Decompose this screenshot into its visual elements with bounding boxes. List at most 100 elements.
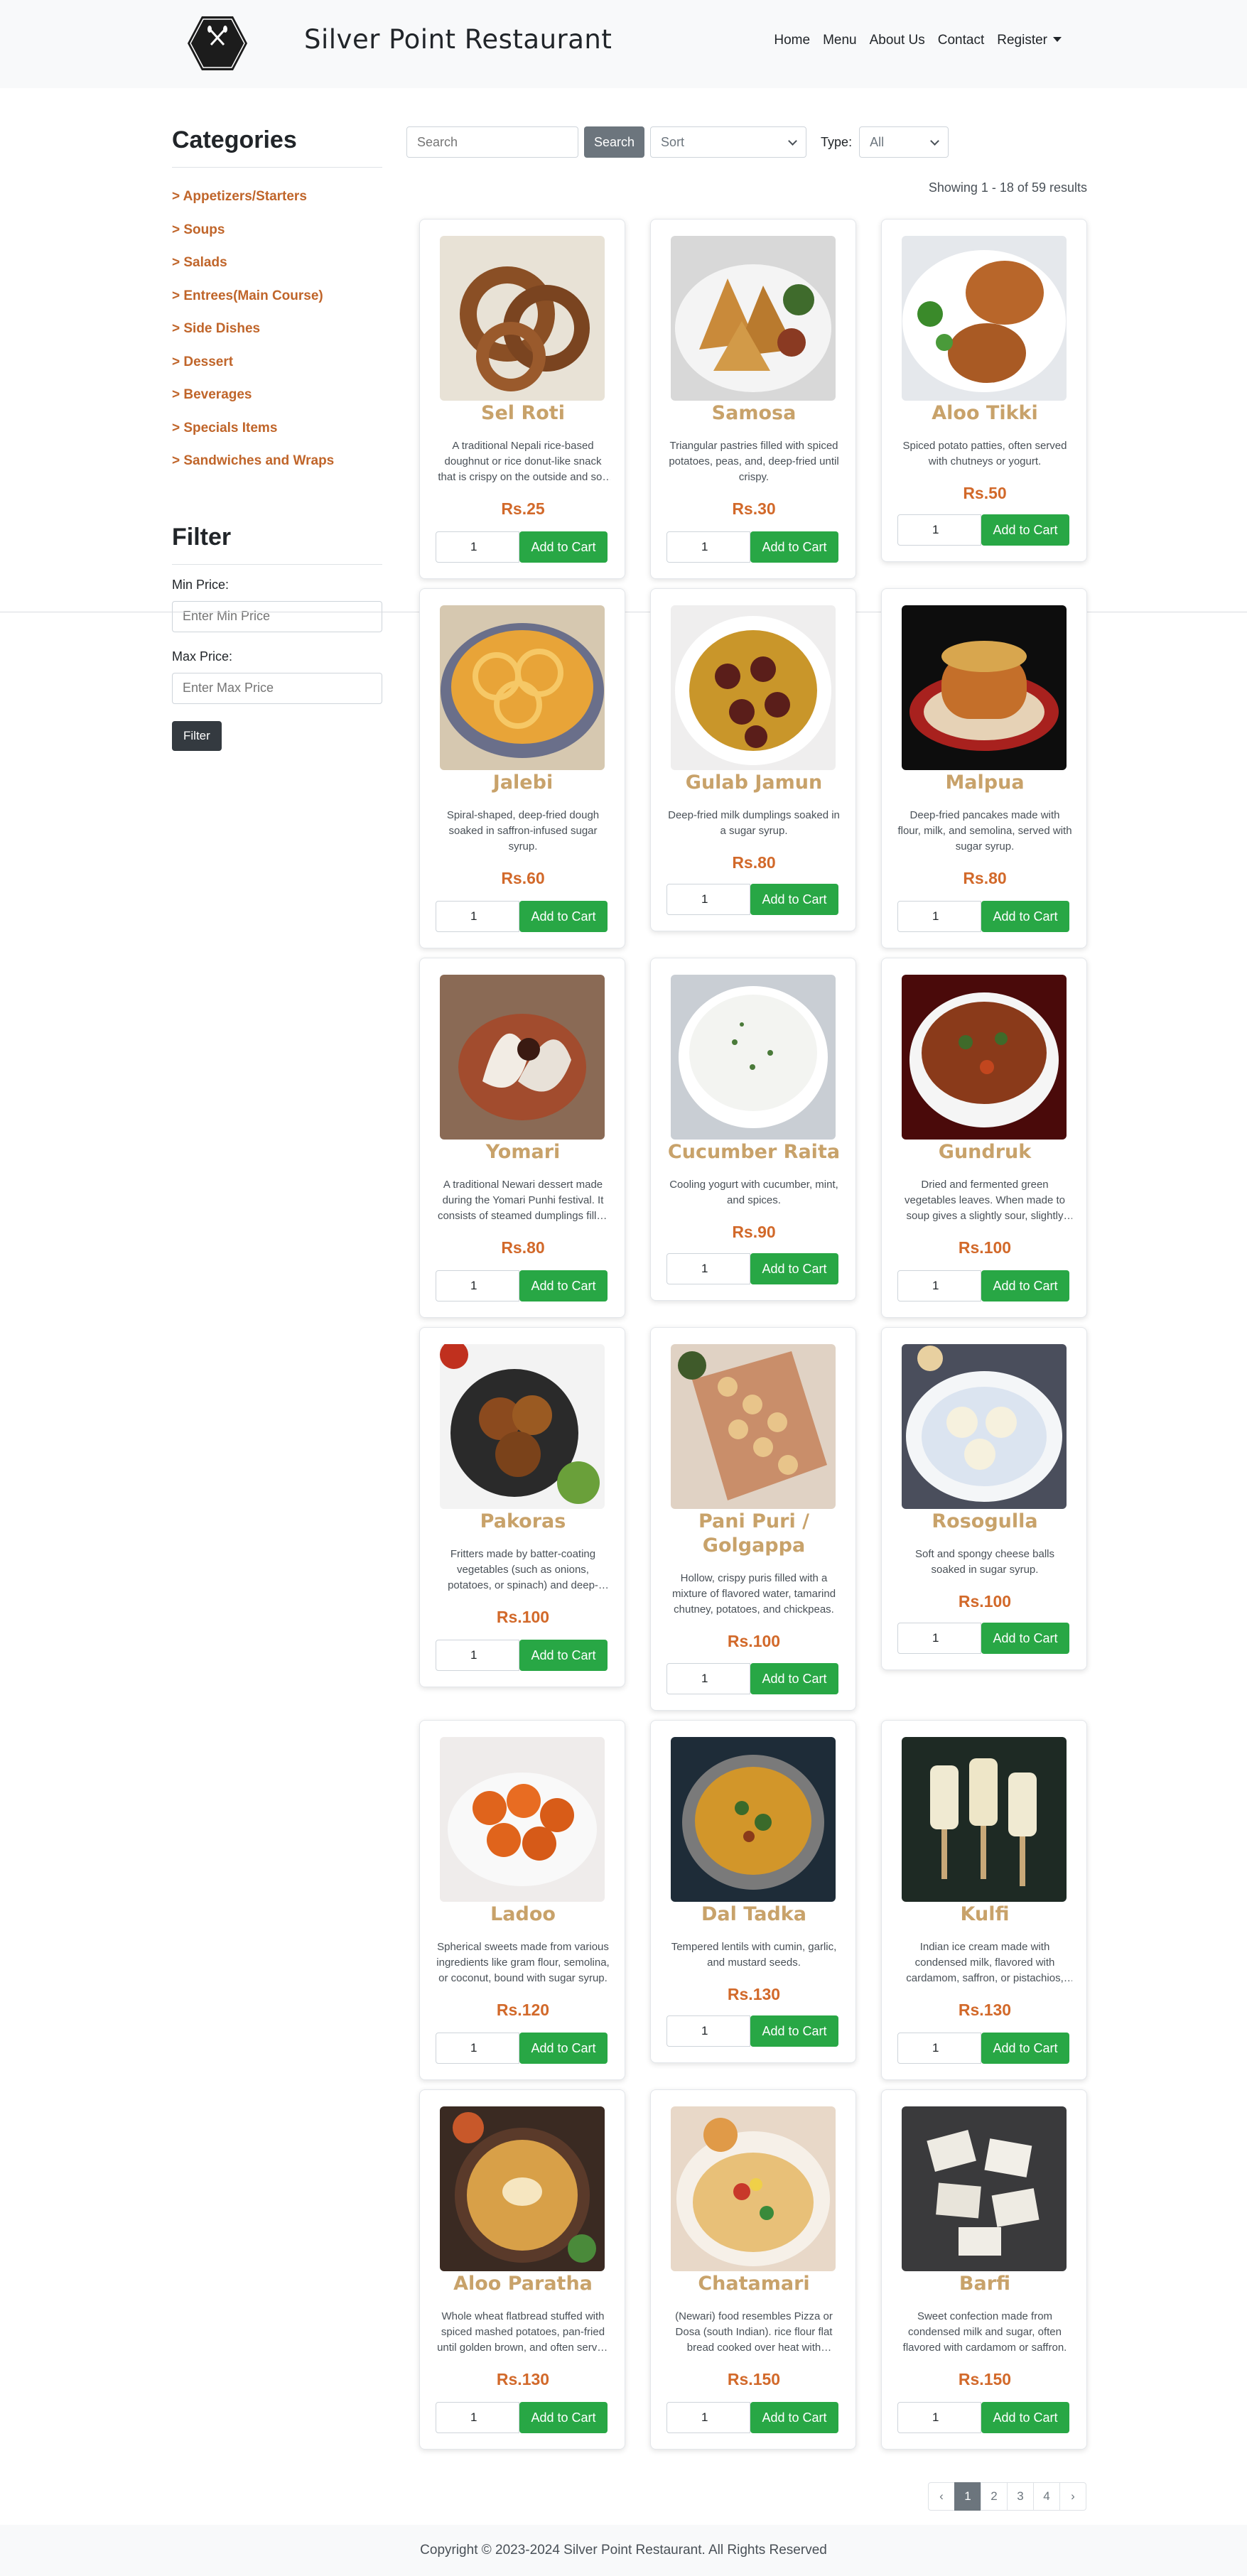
- min-price-input[interactable]: [172, 600, 382, 632]
- nav-home[interactable]: Home: [767, 33, 816, 48]
- page-2[interactable]: 2: [981, 2482, 1008, 2511]
- add-to-cart-button[interactable]: Add to Cart: [981, 1623, 1069, 1654]
- nav-menu-link[interactable]: Menu: [816, 33, 863, 48]
- category-beverages[interactable]: > Beverages: [172, 379, 382, 412]
- product-name[interactable]: Aloo Paratha: [427, 2272, 619, 2296]
- product-image[interactable]: [671, 1344, 836, 1509]
- product-name[interactable]: Dal Tadka: [658, 1903, 850, 1927]
- category-sandwiches[interactable]: > Sandwiches and Wraps: [172, 445, 382, 478]
- category-salads[interactable]: > Salads: [172, 247, 382, 280]
- product-name[interactable]: Gulab Jamun: [658, 771, 850, 795]
- page-prev-button[interactable]: ‹: [928, 2482, 955, 2511]
- quantity-input[interactable]: [897, 1623, 981, 1654]
- quantity-input[interactable]: [666, 2015, 750, 2047]
- product-image[interactable]: [440, 2106, 605, 2271]
- quantity-input[interactable]: [436, 1270, 519, 1301]
- category-specials[interactable]: > Specials Items: [172, 412, 382, 445]
- add-to-cart-button[interactable]: Add to Cart: [519, 1640, 608, 1671]
- quantity-input[interactable]: [897, 1270, 981, 1301]
- product-name[interactable]: Gundruk: [889, 1140, 1081, 1164]
- product-image[interactable]: [902, 1344, 1067, 1509]
- product-image[interactable]: [440, 236, 605, 401]
- quantity-input[interactable]: [436, 2402, 519, 2433]
- search-input[interactable]: [406, 126, 578, 158]
- sort-select[interactable]: Sort: [650, 126, 807, 158]
- product-name[interactable]: Barfi: [889, 2272, 1081, 2296]
- product-name[interactable]: Pani Puri / Golgappa: [658, 1510, 850, 1558]
- product-image[interactable]: [902, 975, 1067, 1140]
- product-name[interactable]: Aloo Tikki: [889, 401, 1081, 426]
- product-image[interactable]: [671, 1737, 836, 1902]
- product-image[interactable]: [671, 605, 836, 770]
- product-image[interactable]: [671, 975, 836, 1140]
- add-to-cart-button[interactable]: Add to Cart: [981, 1270, 1069, 1301]
- product-image[interactable]: [671, 236, 836, 401]
- add-to-cart-button[interactable]: Add to Cart: [750, 2015, 838, 2047]
- category-entrees[interactable]: > Entrees(Main Course): [172, 280, 382, 313]
- product-name[interactable]: Cucumber Raita: [658, 1140, 850, 1164]
- category-side-dishes[interactable]: > Side Dishes: [172, 313, 382, 346]
- product-image[interactable]: [440, 975, 605, 1140]
- add-to-cart-button[interactable]: Add to Cart: [750, 1253, 838, 1284]
- quantity-input[interactable]: [666, 2402, 750, 2433]
- page-4[interactable]: 4: [1033, 2482, 1060, 2511]
- quantity-input[interactable]: [666, 1253, 750, 1284]
- product-name[interactable]: Kulfi: [889, 1903, 1081, 1927]
- quantity-input[interactable]: [666, 884, 750, 915]
- quantity-input[interactable]: [436, 2033, 519, 2064]
- product-name[interactable]: Sel Roti: [427, 401, 619, 426]
- product-image[interactable]: [902, 2106, 1067, 2271]
- product-image[interactable]: [440, 1344, 605, 1509]
- nav-about[interactable]: About Us: [863, 33, 932, 48]
- product-image[interactable]: [440, 605, 605, 770]
- add-to-cart-button[interactable]: Add to Cart: [981, 2033, 1069, 2064]
- quantity-input[interactable]: [436, 531, 519, 563]
- product-image[interactable]: [902, 236, 1067, 401]
- quantity-input[interactable]: [897, 2033, 981, 2064]
- quantity-input[interactable]: [436, 1640, 519, 1671]
- category-dessert[interactable]: > Dessert: [172, 346, 382, 379]
- add-to-cart-button[interactable]: Add to Cart: [750, 2402, 838, 2433]
- add-to-cart-button[interactable]: Add to Cart: [750, 531, 838, 563]
- nav-contact[interactable]: Contact: [932, 33, 990, 48]
- category-soups[interactable]: > Soups: [172, 214, 382, 247]
- add-to-cart-button[interactable]: Add to Cart: [981, 514, 1069, 546]
- product-name[interactable]: Samosa: [658, 401, 850, 426]
- add-to-cart-button[interactable]: Add to Cart: [519, 1270, 608, 1301]
- add-to-cart-button[interactable]: Add to Cart: [519, 901, 608, 932]
- add-to-cart-button[interactable]: Add to Cart: [981, 2402, 1069, 2433]
- brand-name[interactable]: Silver Point Restaurant: [304, 24, 612, 55]
- category-appetizers[interactable]: > Appetizers/Starters: [172, 180, 382, 214]
- quantity-input[interactable]: [666, 531, 750, 563]
- quantity-input[interactable]: [897, 901, 981, 932]
- search-button[interactable]: Search: [584, 126, 645, 158]
- filter-button[interactable]: Filter: [172, 720, 222, 751]
- page-next-button[interactable]: ›: [1059, 2482, 1086, 2511]
- product-image[interactable]: [902, 605, 1067, 770]
- type-select[interactable]: All: [859, 126, 949, 158]
- page-1[interactable]: 1: [954, 2482, 981, 2511]
- product-name[interactable]: Jalebi: [427, 771, 619, 795]
- product-name[interactable]: Malpua: [889, 771, 1081, 795]
- add-to-cart-button[interactable]: Add to Cart: [750, 1663, 838, 1694]
- quantity-input[interactable]: [436, 901, 519, 932]
- add-to-cart-button[interactable]: Add to Cart: [519, 2033, 608, 2064]
- product-image[interactable]: [671, 2106, 836, 2271]
- page-3[interactable]: 3: [1007, 2482, 1034, 2511]
- product-name[interactable]: Rosogulla: [889, 1510, 1081, 1534]
- quantity-input[interactable]: [897, 514, 981, 546]
- add-to-cart-button[interactable]: Add to Cart: [519, 2402, 608, 2433]
- quantity-input[interactable]: [897, 2402, 981, 2433]
- product-name[interactable]: Ladoo: [427, 1903, 619, 1927]
- add-to-cart-button[interactable]: Add to Cart: [519, 531, 608, 563]
- product-name[interactable]: Yomari: [427, 1140, 619, 1164]
- product-name[interactable]: Chatamari: [658, 2272, 850, 2296]
- add-to-cart-button[interactable]: Add to Cart: [981, 901, 1069, 932]
- nav-register-dropdown[interactable]: Register: [990, 33, 1068, 48]
- restaurant-logo[interactable]: [188, 15, 247, 72]
- quantity-input[interactable]: [666, 1663, 750, 1694]
- product-image[interactable]: [902, 1737, 1067, 1902]
- product-name[interactable]: Pakoras: [427, 1510, 619, 1534]
- product-image[interactable]: [440, 1737, 605, 1902]
- add-to-cart-button[interactable]: Add to Cart: [750, 884, 838, 915]
